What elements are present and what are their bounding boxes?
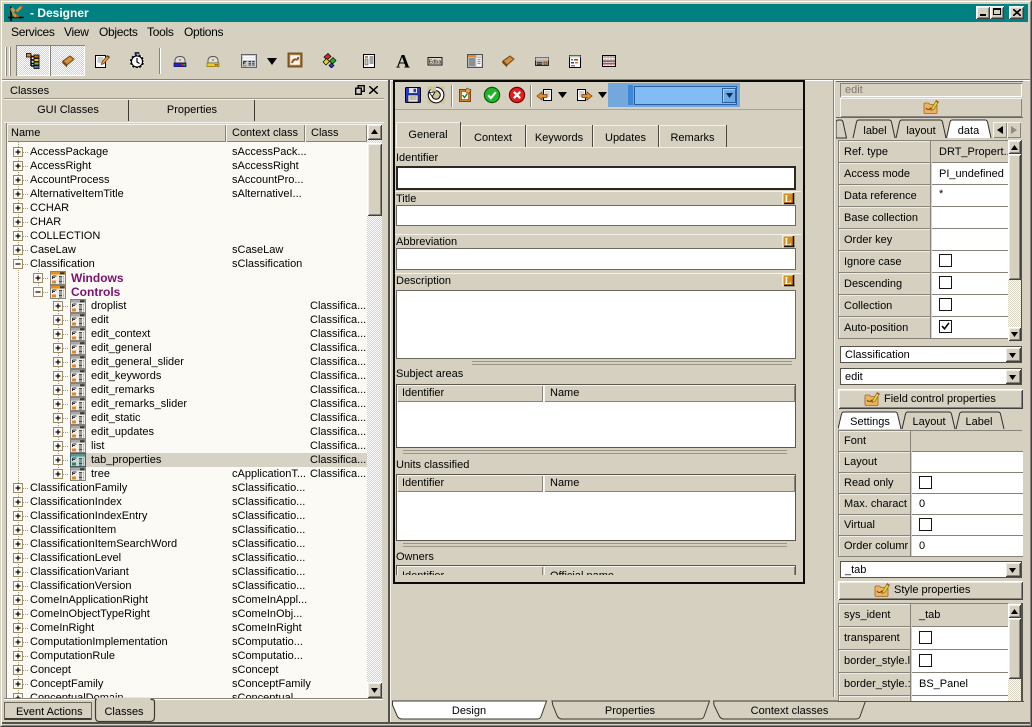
svg-text:Properties: Properties <box>605 705 656 717</box>
svg-text:layout: layout <box>906 125 935 137</box>
svg-text:Event Actions: Event Actions <box>16 706 83 718</box>
svg-text:data: data <box>958 125 980 137</box>
svg-text:L: L <box>785 237 792 248</box>
svg-text:Classes: Classes <box>104 706 144 718</box>
svg-text:Label: Label <box>966 416 993 428</box>
svg-text:L: L <box>785 194 792 205</box>
svg-text:A: A <box>396 53 410 69</box>
svg-text:L: L <box>785 276 792 287</box>
svg-text:Context classes: Context classes <box>751 705 829 717</box>
svg-text:Edba: Edba <box>429 60 443 66</box>
svg-text:Layout: Layout <box>912 416 945 428</box>
svg-text:Settings: Settings <box>850 416 890 428</box>
svg-text:label: label <box>863 125 886 137</box>
svg-text:Design: Design <box>452 705 486 717</box>
